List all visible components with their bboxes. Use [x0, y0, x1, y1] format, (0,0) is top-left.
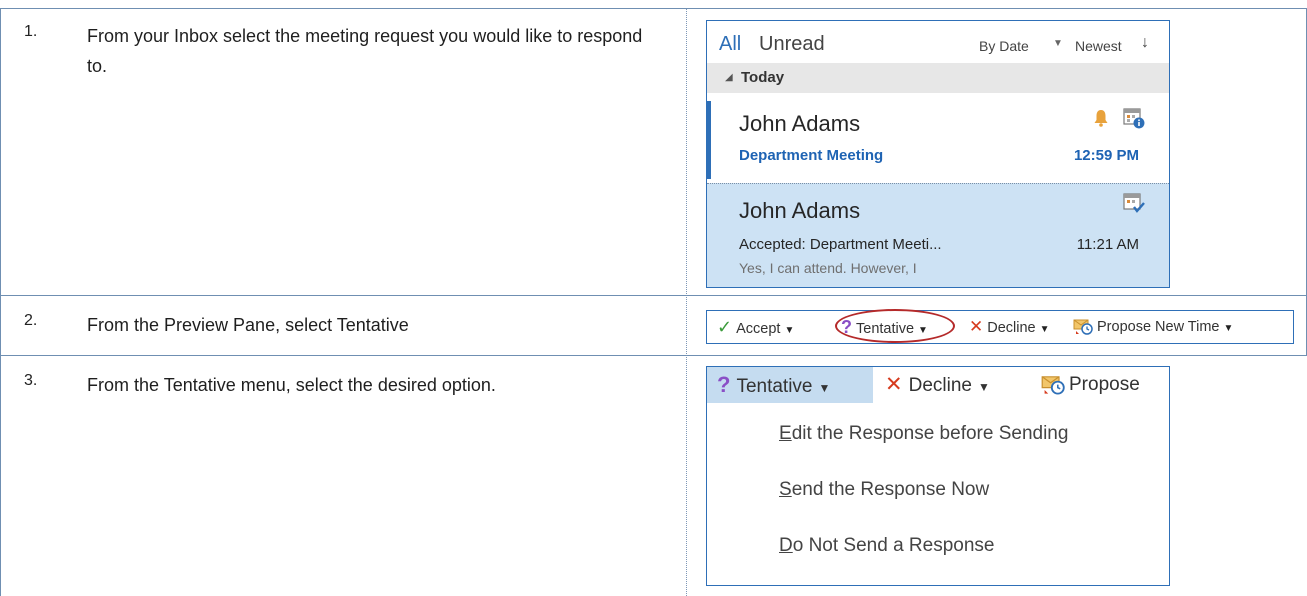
- calendar-check-icon: [1123, 193, 1145, 213]
- decline-button[interactable]: ✕ Decline ▼: [885, 367, 990, 403]
- message-sender: John Adams: [739, 111, 861, 136]
- step-instruction: From the Tentative menu, select the desi…: [87, 375, 496, 395]
- access-key: D: [779, 535, 793, 556]
- inbox-message-list: All Unread By Date ▼ Newest ↓ ◢ Today Jo…: [706, 20, 1170, 288]
- sort-order-toggle[interactable]: Newest: [1075, 38, 1122, 54]
- step-number: 3.: [24, 372, 38, 389]
- group-label: Today: [741, 69, 785, 86]
- question-mark-icon: ?: [841, 317, 852, 337]
- step-number: 1.: [24, 23, 38, 40]
- dropdown-arrow-icon: ▼: [918, 325, 928, 336]
- step-instruction: From your Inbox select the meeting reque…: [87, 26, 643, 76]
- message-time: 11:21 AM: [1076, 236, 1139, 253]
- accept-label: Accept: [736, 321, 781, 337]
- dropdown-arrow-icon: ▼: [977, 380, 990, 394]
- step-instruction: From the Preview Pane, select Tentative: [87, 315, 409, 335]
- arrow-down-icon: ↓: [1141, 34, 1149, 51]
- message-preview: Yes, I can attend. However, I: [739, 260, 917, 276]
- tentative-label: Tentative: [736, 376, 813, 397]
- x-icon: ✕: [969, 317, 984, 336]
- propose-time-icon: [1041, 376, 1065, 395]
- propose-new-time-button[interactable]: Propose New Time ▼: [1073, 311, 1233, 343]
- access-key: S: [779, 479, 792, 500]
- dropdown-arrow-icon: ▼: [818, 381, 831, 395]
- propose-time-icon: [1073, 319, 1093, 335]
- propose-label: Propose: [1069, 374, 1140, 395]
- propose-button[interactable]: Propose: [1041, 367, 1140, 403]
- dropdown-arrow-icon: ▼: [1223, 323, 1234, 334]
- unread-indicator-bar: [707, 101, 711, 179]
- menu-item-label: dit the Response before Sending: [791, 423, 1069, 444]
- group-header-today[interactable]: ◢ Today: [707, 63, 1169, 93]
- chevron-down-icon: ▼: [1053, 38, 1063, 49]
- step-number: 2.: [24, 312, 38, 329]
- message-subject: Department Meeting: [739, 147, 884, 164]
- calendar-info-icon: [1123, 108, 1145, 129]
- meeting-response-toolbar: ✓ Accept ▼ ? Tentative ▼ ✕ Decline ▼ Propose N…: [706, 309, 1294, 344]
- list-item-message-selected[interactable]: John Adams Accepted: Department Meeti...…: [707, 183, 1169, 287]
- x-icon: ✕: [885, 373, 903, 396]
- filter-all-tab[interactable]: All: [719, 33, 741, 56]
- list-item-message[interactable]: John Adams Department Meeting 12:59 PM: [707, 101, 1169, 179]
- accept-button[interactable]: ✓ Accept ▼: [717, 311, 794, 343]
- menu-item-send-now[interactable]: Send the Response Now: [779, 479, 989, 501]
- tentative-button[interactable]: ? Tentative ▼: [717, 367, 830, 403]
- dropdown-arrow-icon: ▼: [1039, 324, 1050, 335]
- menu-item-label: o Not Send a Response: [792, 535, 995, 556]
- menu-item-edit-response[interactable]: Edit the Response before Sending: [779, 423, 1068, 445]
- dropdown-arrow-icon: ▼: [784, 325, 795, 336]
- message-time: 12:59 PM: [1073, 147, 1139, 164]
- question-mark-icon: ?: [717, 372, 731, 397]
- checkmark-icon: ✓: [717, 317, 733, 337]
- menu-item-do-not-send[interactable]: Do Not Send a Response: [779, 535, 994, 557]
- tentative-dropdown: ? Tentative ▼ ✕ Decline ▼ Propose Edit the R…: [706, 366, 1170, 586]
- inbox-header: All Unread By Date ▼ Newest ↓: [707, 21, 1169, 61]
- filter-unread-tab[interactable]: Unread: [759, 33, 825, 56]
- menu-item-label: end the Response Now: [791, 479, 990, 500]
- collapse-triangle-icon: ◢: [725, 72, 733, 83]
- decline-label: Decline: [908, 375, 972, 396]
- access-key: E: [779, 423, 792, 444]
- tentative-label: Tentative: [856, 321, 915, 337]
- decline-button[interactable]: ✕ Decline ▼: [969, 311, 1050, 343]
- message-subject: Accepted: Department Meeti...: [739, 236, 942, 253]
- message-sender: John Adams: [739, 198, 861, 223]
- bell-icon: [1094, 110, 1108, 127]
- propose-label: Propose New Time: [1097, 319, 1220, 335]
- decline-label: Decline: [987, 320, 1036, 336]
- response-buttons-bar: ? Tentative ▼ ✕ Decline ▼ Propose: [707, 367, 1169, 403]
- tentative-button[interactable]: ? Tentative ▼: [841, 311, 928, 343]
- sort-by-date-dropdown[interactable]: By Date: [979, 38, 1029, 54]
